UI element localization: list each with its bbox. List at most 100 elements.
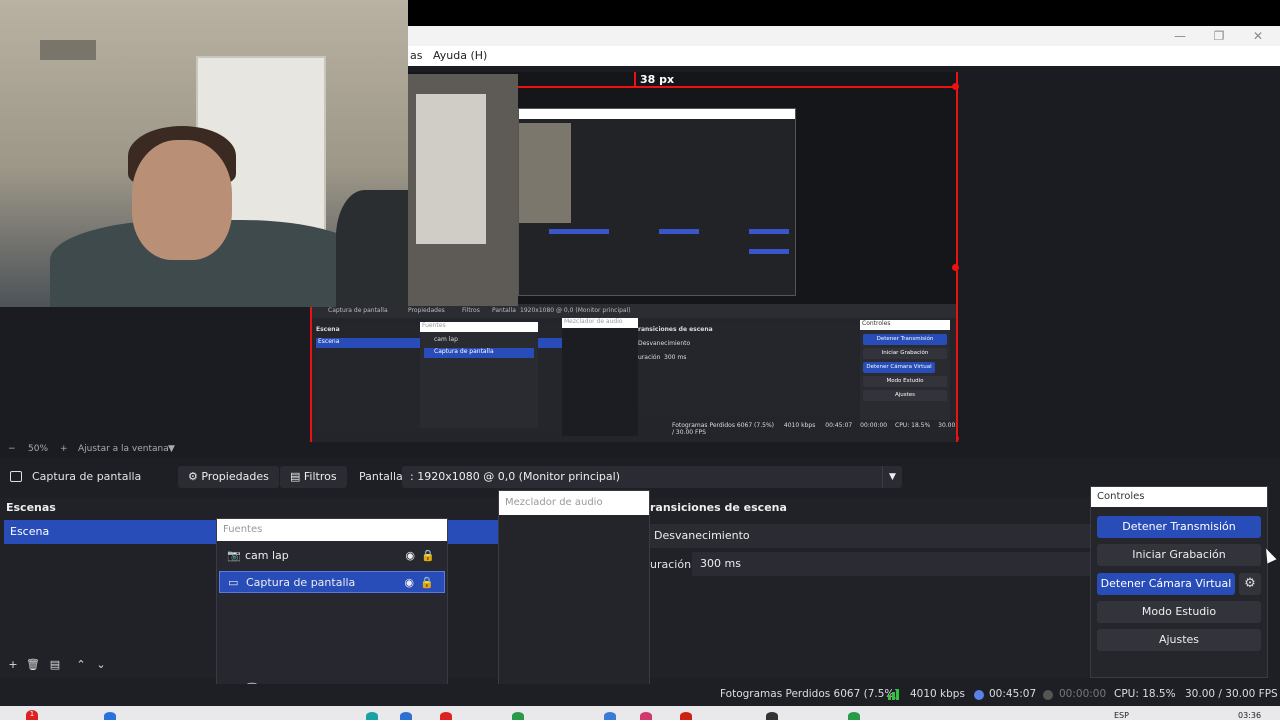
controls-dock: Controles Detener Transmisión Iniciar Gr… [1090,486,1268,678]
app-icon[interactable] [640,712,652,720]
source-item[interactable]: 📷 cam lap ◉ 🔒 [219,545,445,567]
eye-icon[interactable]: ◉ [404,572,414,594]
source-item-selected[interactable]: ▭ Captura de pantalla ◉ 🔒 [219,571,445,593]
filters-button[interactable]: ▤ Filtros [280,466,347,488]
wall-vent [40,40,96,60]
screen-select[interactable]: : 1920x1080 @ 0,0 (Monitor principal) ▼ [402,466,902,488]
transition-type-select[interactable]: Desvanecimiento [646,524,1090,548]
start-recording-button[interactable]: Iniciar Grabación [1097,544,1261,566]
nested-duration: 300 ms [664,354,687,361]
app-icon[interactable] [512,712,524,720]
nested-stop-stream: Detener Transmisión [863,334,947,345]
obs-icon[interactable] [766,712,778,720]
filters-label: Filtros [303,470,337,483]
resize-handle[interactable] [952,264,959,271]
webcam-overlay[interactable] [0,0,408,307]
nested-controls-head: Controles [860,320,950,330]
nested-properties: Propiedades [408,307,445,314]
nested-fade: Desvanecimiento [638,340,691,347]
nested-screen-capture [518,108,796,296]
fit-window-label[interactable]: Ajustar a la ventana [78,444,169,454]
nested-screen-value: 1920x1080 @ 0,0 (Monitor principal) [520,307,631,314]
selected-source-name: Captura de pantalla [32,470,142,483]
maximize-button[interactable]: ❐ [1199,28,1239,44]
scenes-title: Escenas [6,501,56,514]
nested-scenes-title: Escena [316,326,340,333]
nested-screen-label: Pantalla [492,307,516,314]
properties-button[interactable]: ⚙ Propiedades [178,466,279,488]
duration-input[interactable]: 300 ms [692,552,1090,576]
nested-control-bar [749,249,789,254]
nested-source-1: cam lap [434,336,458,343]
nested-source-2: Captura de pantalla [424,348,534,358]
record-time: 00:00:00 [1059,688,1107,700]
move-down-icon[interactable]: ⌄ [92,658,110,671]
captured-door [416,94,486,244]
stream-time: 00:45:07 [989,688,1037,700]
app-icon[interactable] [400,712,412,720]
controls-title: Controles [1091,487,1267,507]
app-icon[interactable] [366,712,378,720]
clock[interactable]: 03:36 [1238,711,1261,720]
nested-record: Iniciar Grabación [863,348,947,359]
gear-icon[interactable]: ⚙ [1239,573,1261,595]
transitions-title: ransiciones de escena [650,501,787,514]
source-label: cam lap [245,549,289,562]
mixer-title: Mezclador de audio [499,491,649,515]
duration-label: uración [650,558,692,571]
language-indicator[interactable]: ESP [1114,711,1129,720]
app-icon[interactable] [680,712,692,720]
nested-transitions-title: ransiciones de escena [638,326,713,333]
sources-dock: Fuentes 📷 cam lap ◉ 🔒 ▭ Captura de panta… [216,518,448,698]
nested-settings: Ajustes [863,390,947,401]
stop-virtual-cam-button[interactable]: Detener Cámara Virtual [1097,573,1235,595]
record-icon [1043,690,1053,700]
app-icon[interactable] [848,712,860,720]
audio-mixer-dock: Mezclador de audio [498,490,650,704]
measure-line [634,72,636,88]
nested-source-name: Captura de pantalla [328,307,388,314]
app-icon[interactable] [440,712,452,720]
nested-transitions-panel: ransiciones de escena Desvanecimiento ur… [638,324,858,414]
zoom-dropdown-icon[interactable]: ▼ [168,444,175,454]
resize-handle[interactable] [952,83,959,90]
zoom-bar: − 50% + Ajustar a la ventana ▼ [0,442,1280,458]
nested-time2: 00:00:00 [860,422,888,429]
fps: 30.00 / 30.00 FPS [1185,688,1278,700]
dropped-frames: Fotogramas Perdidos 6067 (7.5%) [720,688,899,700]
monitor-icon [10,471,22,482]
measure-label: 38 px [640,73,675,86]
stream-icon [974,690,984,700]
move-up-icon[interactable]: ⌃ [72,658,90,671]
second-person [336,190,408,307]
person-face [132,140,232,260]
source-label: Captura de pantalla [246,576,356,589]
zoom-in-button[interactable]: + [60,444,68,454]
settings-button[interactable]: Ajustes [1097,629,1261,651]
lock-icon[interactable]: 🔒 [421,545,435,567]
notification-badge: 1 [26,710,38,720]
nested-filters: Filtros [462,307,480,314]
zoom-out-button[interactable]: − [8,444,16,454]
trash-icon[interactable]: 🗑 [24,658,42,671]
nested-context-bar: Captura de pantalla Propiedades Filtros … [312,304,956,318]
filter-icon[interactable]: ▤ [46,658,64,671]
nested-mixer-head: Mezclador de audio [562,318,638,328]
filter-icon: ▤ [290,470,304,483]
status-bar: Fotogramas Perdidos 6067 (7.5%) 4010 kbp… [0,684,1280,706]
chevron-down-icon[interactable]: ▼ [882,466,902,488]
screen-select-value: : 1920x1080 @ 0,0 (Monitor principal) [410,470,620,483]
lock-icon[interactable]: 🔒 [420,572,434,594]
close-button[interactable]: ✕ [1238,28,1278,44]
stop-stream-button[interactable]: Detener Transmisión [1097,516,1261,538]
app-icon[interactable] [604,712,616,720]
eye-icon[interactable]: ◉ [405,545,415,567]
minimize-button[interactable]: — [1160,28,1200,44]
studio-mode-button[interactable]: Modo Estudio [1097,601,1261,623]
monitor-icon: ▭ [228,576,239,589]
add-icon[interactable]: + [4,658,22,671]
nested-scene-bar [549,229,609,234]
windows-icon[interactable] [104,712,116,720]
menu-item-help[interactable]: Ayuda (H) [433,49,487,62]
menu-item-partial[interactable]: as [410,49,422,62]
